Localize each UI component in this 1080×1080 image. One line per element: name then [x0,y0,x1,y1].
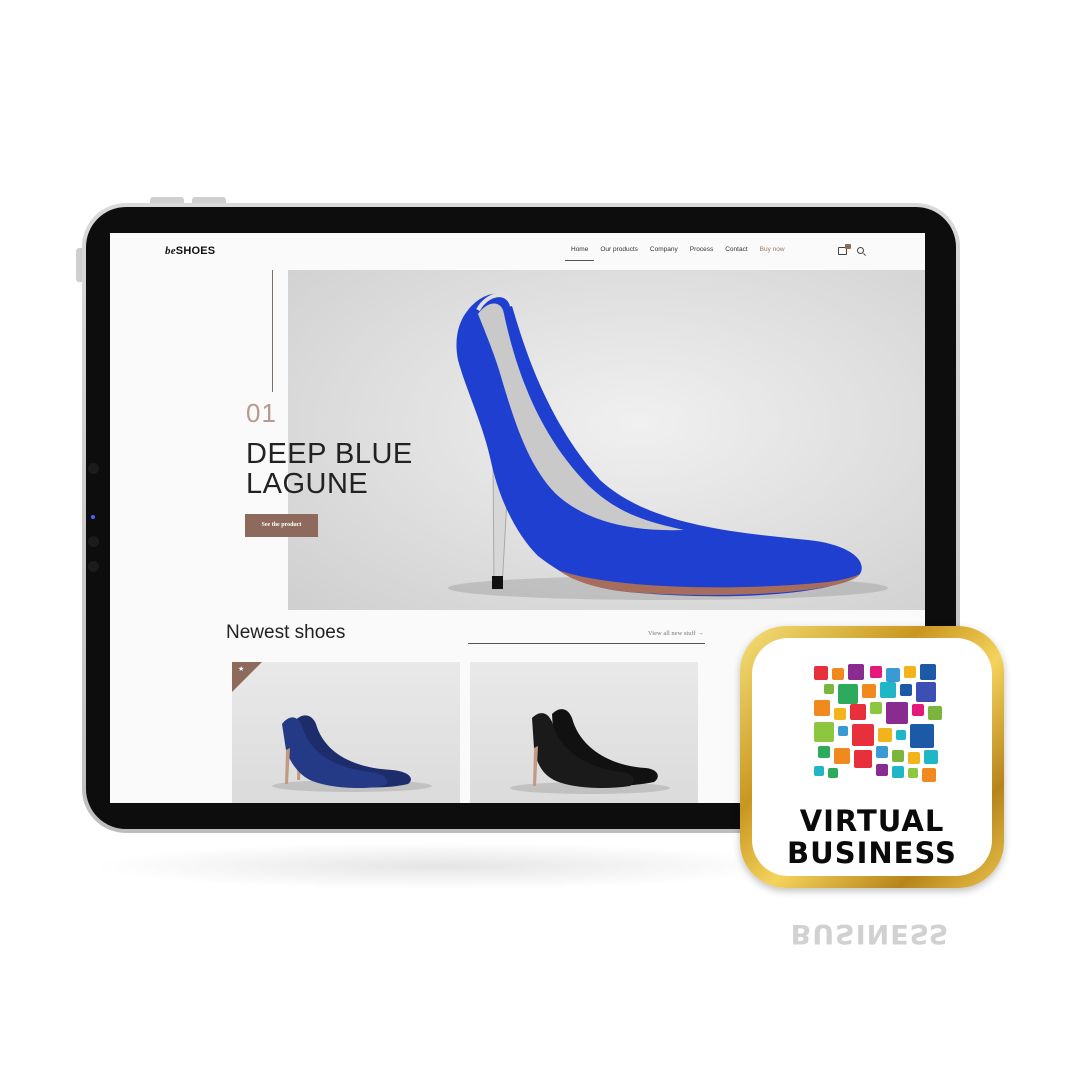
badge-face: VIRTUAL BUSINESS [752,638,992,876]
hero-slide-number: 01 [246,398,277,428]
star-icon: ★ [238,666,245,673]
hero-title: DEEP BLUE LAGUNE [246,439,446,499]
hero-divider [272,270,273,392]
nav-our-products[interactable]: Our products [594,246,644,260]
tablet-sensor [88,561,99,572]
product-card[interactable] [470,662,698,803]
main-nav: Home Our products Company Process Contac… [565,246,791,261]
hero-title-line1: DEEP BLUE [246,438,413,470]
view-all-link[interactable]: View all new stuff → [648,630,704,637]
black-pumps-illustration [510,709,670,794]
logo-name: SHOES [175,245,216,257]
nav-contact[interactable]: Contact [719,246,753,260]
featured-corner-badge [232,662,262,692]
nav-home[interactable]: Home [565,246,595,261]
cart-count-badge [845,244,851,249]
navy-pumps-illustration [272,715,432,792]
nav-company[interactable]: Company [644,246,684,260]
search-icon[interactable] [857,247,864,254]
nav-buy-now[interactable]: Buy now [754,246,791,260]
tablet-sensor [88,536,99,547]
colorful-squares-logo [814,664,942,782]
camera-indicator [91,515,95,519]
virtual-business-badge: VIRTUAL BUSINESS [740,626,1004,888]
badge-reflection: BUSINESS [790,918,950,949]
hero-title-line2: LAGUNE [246,468,369,500]
badge-title-line2: BUSINESS [787,836,957,870]
newest-shoes-title: Newest shoes [226,622,346,643]
nav-process[interactable]: Process [684,246,719,260]
product-card[interactable]: ★ [232,662,460,803]
badge-title-line1: VIRTUAL [799,804,945,838]
logo-prefix: be [165,245,176,257]
section-divider [468,643,705,644]
site-logo[interactable]: beSHOES [165,245,215,257]
see-product-button[interactable]: See the product [245,514,318,537]
tablet-camera [88,463,99,474]
tablet-shadow [90,842,790,890]
